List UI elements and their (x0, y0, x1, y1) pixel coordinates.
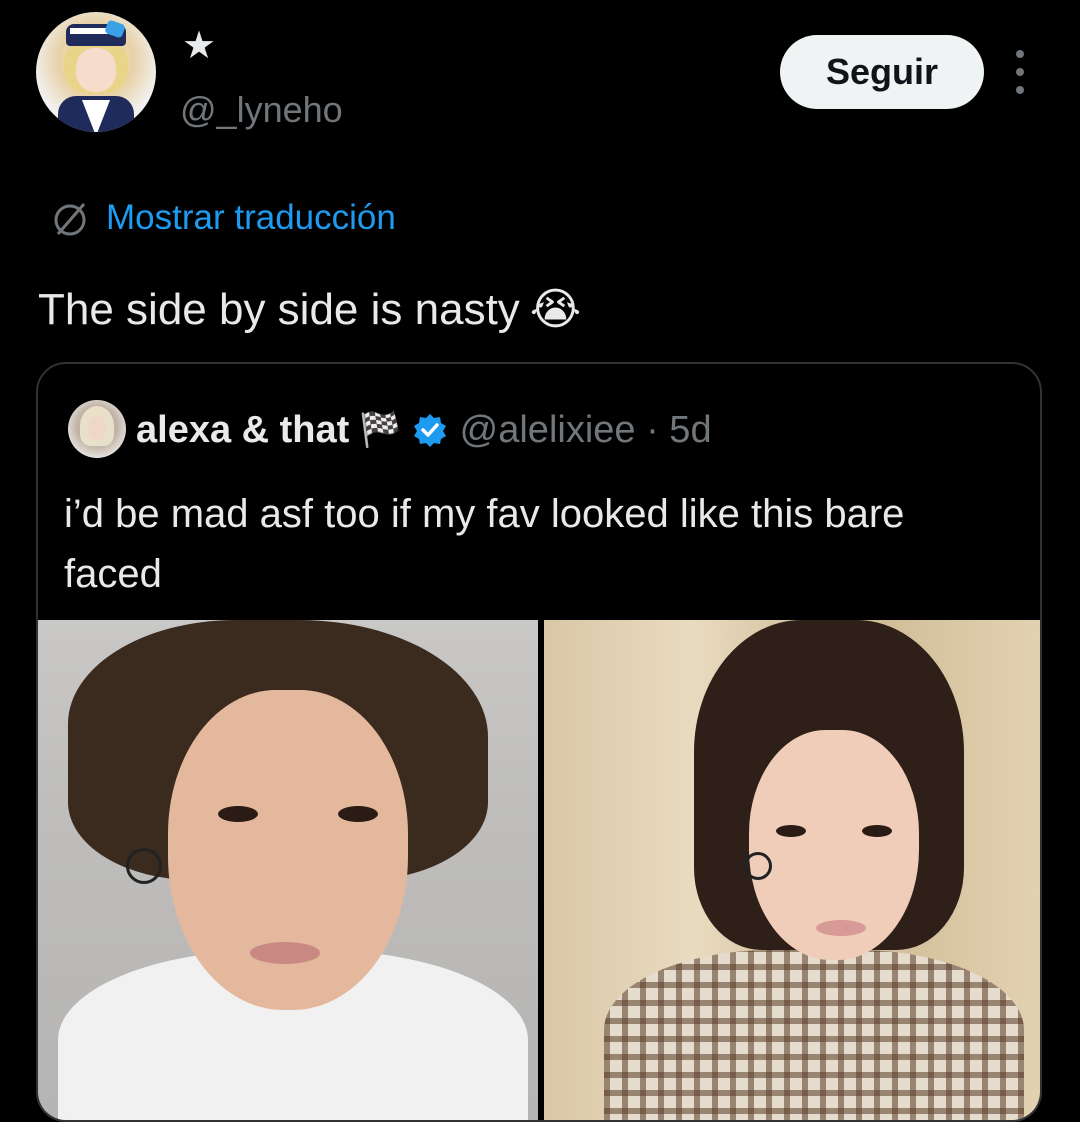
more-icon[interactable] (1010, 50, 1030, 94)
author-handle[interactable]: @_lyneho (180, 88, 343, 132)
quoted-author-name: alexa & that (136, 409, 350, 451)
quoted-handle-time: @alelixiee · 5d (459, 409, 712, 451)
quoted-photo-left[interactable] (38, 620, 538, 1120)
quoted-author-avatar (68, 400, 126, 458)
show-translation-link[interactable]: Mostrar traducción (48, 196, 396, 240)
display-name[interactable]: ★ (182, 26, 216, 66)
translate-icon (54, 203, 86, 236)
tweet-text-content: The side by side is nasty (38, 285, 520, 334)
quoted-tweet-text: i’d be mad asf too if my fav looked like… (64, 492, 905, 596)
quoted-photo-right[interactable] (544, 620, 1040, 1120)
checkered-flag-icon: 🏁 (359, 411, 402, 449)
loudly-crying-emoji: 😭 (529, 285, 582, 334)
author-avatar[interactable] (36, 12, 156, 132)
follow-button[interactable]: Seguir (780, 35, 984, 109)
show-translation-label: Mostrar traducción (106, 198, 396, 237)
verified-badge-icon (413, 414, 446, 447)
tweet-text: The side by side is nasty 😭 (38, 284, 581, 336)
quoted-tweet-header: alexa & that 🏁 @alelixiee · 5d (136, 404, 712, 456)
quoted-tweet[interactable]: alexa & that 🏁 @alelixiee · 5d i’d be ma… (36, 362, 1042, 1122)
